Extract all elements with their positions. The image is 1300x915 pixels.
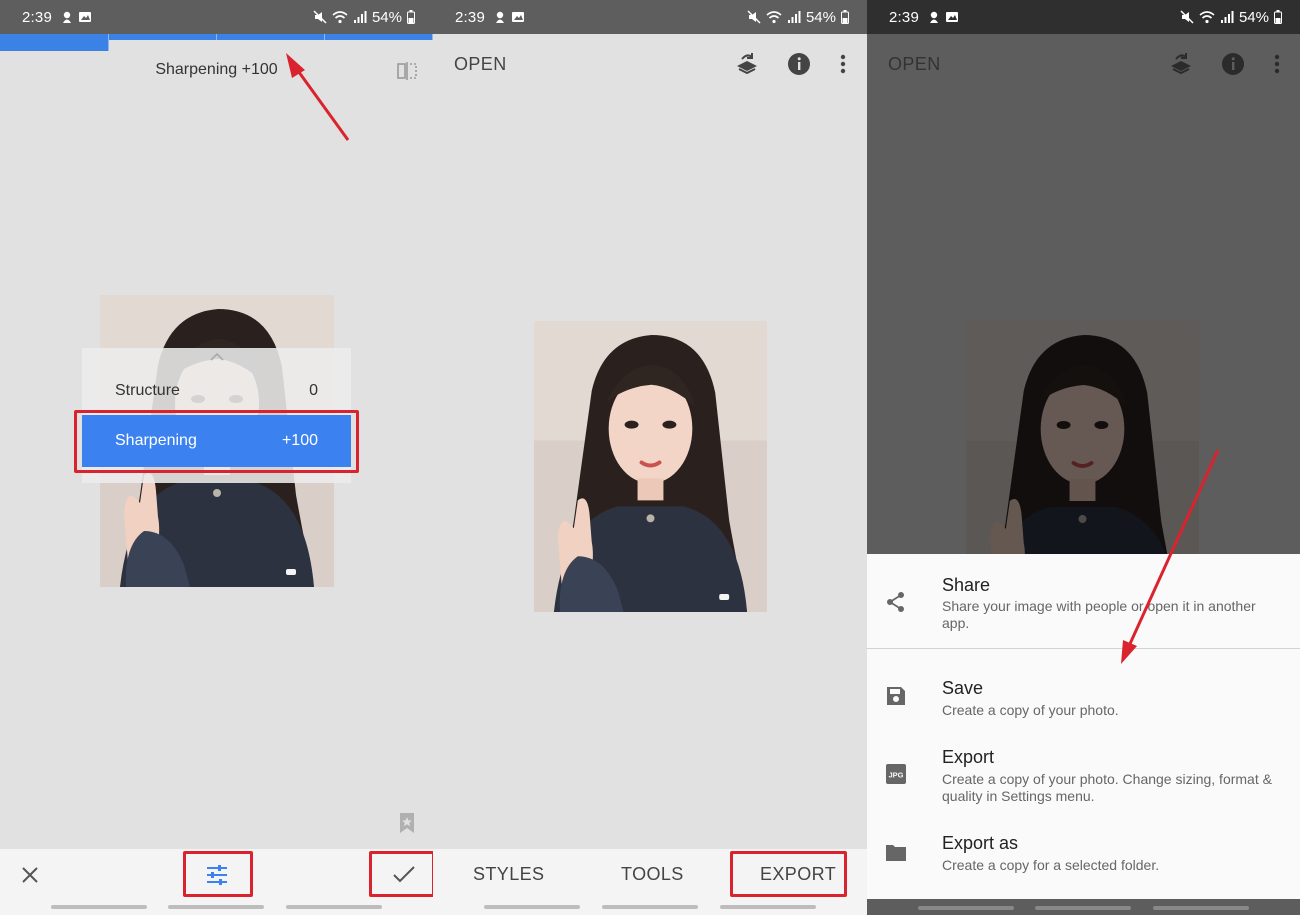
- notification-icon: [927, 10, 941, 24]
- adjust-sliders-icon[interactable]: [205, 863, 229, 887]
- share-icon: [885, 591, 907, 613]
- battery-icon: [841, 10, 849, 24]
- export-option-export-as[interactable]: Export as Create a copy for a selected f…: [867, 830, 1300, 890]
- menu-item-sharpening[interactable]: Sharpening +100: [82, 415, 351, 467]
- notification-icon: [493, 10, 507, 24]
- nav-handle: [433, 905, 867, 909]
- export-sheet: Share Share your image with people or op…: [867, 554, 1300, 899]
- adjustment-tab[interactable]: [109, 34, 217, 40]
- option-title: Save: [942, 678, 984, 698]
- open-button[interactable]: OPEN: [454, 54, 507, 75]
- signal-icon: [1220, 10, 1234, 24]
- tab-export[interactable]: EXPORT: [760, 864, 836, 885]
- wifi-icon: [1199, 10, 1215, 24]
- chevron-up-icon: [208, 350, 226, 364]
- editor-panel: 2:39 54% Sharpening +100 Structure 0 Sha…: [0, 0, 433, 915]
- nav-handle: [0, 905, 433, 909]
- jpg-file-icon: JPG: [885, 763, 907, 785]
- home-panel: 2:39 54% OPEN STYLES TOOLS EXPORT: [433, 0, 867, 915]
- divider: [867, 648, 1300, 649]
- battery-icon: [407, 10, 415, 24]
- adjustment-title: Sharpening +100: [155, 61, 278, 78]
- close-icon[interactable]: [20, 865, 40, 885]
- mute-icon: [1180, 10, 1194, 24]
- export-option-export[interactable]: JPG Export Create a copy of your photo. …: [867, 740, 1300, 810]
- nav-handle: [867, 906, 1300, 910]
- signal-icon: [353, 10, 367, 24]
- info-icon[interactable]: [787, 52, 811, 76]
- status-time: 2:39: [22, 8, 52, 26]
- layers-undo-icon[interactable]: [1169, 52, 1193, 76]
- status-bar: 2:39 54%: [433, 0, 867, 34]
- wifi-icon: [332, 10, 348, 24]
- status-time: 2:39: [455, 8, 485, 26]
- status-time: 2:39: [889, 8, 919, 26]
- nav-bar: [867, 899, 1300, 915]
- jpg-badge-text: JPG: [888, 771, 903, 780]
- info-icon[interactable]: [1221, 52, 1245, 76]
- menu-item-label: Sharpening: [115, 432, 197, 449]
- photo-preview: [534, 321, 767, 612]
- gallery-icon: [945, 10, 959, 24]
- signal-icon: [787, 10, 801, 24]
- more-vert-icon[interactable]: [1267, 52, 1287, 76]
- battery-text: 54%: [371, 8, 402, 26]
- adjustment-tab[interactable]: [217, 34, 325, 40]
- adjustment-tab[interactable]: [0, 34, 109, 51]
- save-icon: [885, 685, 907, 707]
- open-button[interactable]: OPEN: [888, 54, 941, 75]
- tab-tools[interactable]: TOOLS: [621, 864, 684, 885]
- option-title: Export as: [942, 833, 1019, 853]
- more-vert-icon[interactable]: [833, 52, 853, 76]
- option-title: Share: [942, 575, 991, 595]
- export-option-save[interactable]: Save Create a copy of your photo.: [867, 658, 1300, 724]
- battery-icon: [1274, 10, 1282, 24]
- export-panel: 2:39 54% OPEN Share Share your image wit…: [867, 0, 1300, 915]
- status-bar: 2:39 54%: [867, 0, 1300, 34]
- option-description: Share your image with people or open it …: [942, 598, 1256, 631]
- mute-icon: [747, 10, 761, 24]
- option-description: Create a copy of your photo.: [942, 702, 1119, 718]
- tab-styles[interactable]: STYLES: [473, 864, 544, 885]
- editor-bottom-bar: [0, 849, 433, 915]
- battery-text: 54%: [805, 8, 836, 26]
- menu-item-value: 0: [309, 382, 318, 399]
- battery-text: 54%: [1238, 8, 1269, 26]
- wifi-icon: [766, 10, 782, 24]
- option-description: Create a copy for a selected folder.: [942, 857, 1160, 873]
- gallery-icon: [78, 10, 92, 24]
- status-bar: 2:39 54%: [0, 0, 433, 34]
- photo-preview: [966, 321, 1199, 554]
- checkmark-icon[interactable]: [392, 864, 416, 884]
- menu-item-value: +100: [281, 432, 318, 449]
- option-description: Create a copy of your photo. Change sizi…: [942, 771, 1272, 804]
- adjustment-tab[interactable]: [325, 34, 433, 40]
- notification-icon: [60, 10, 74, 24]
- export-option-share[interactable]: Share Share your image with people or op…: [867, 554, 1300, 648]
- folder-icon: [885, 842, 907, 864]
- mute-icon: [313, 10, 327, 24]
- compare-icon[interactable]: [396, 60, 418, 82]
- adjustment-tab-bar: [0, 34, 433, 51]
- option-title: Export: [942, 747, 995, 767]
- adjustment-menu: Structure 0 Sharpening +100: [82, 348, 351, 483]
- bookmark-star-icon[interactable]: [398, 812, 416, 834]
- menu-item-structure[interactable]: Structure 0: [82, 366, 351, 416]
- layers-undo-icon[interactable]: [735, 52, 759, 76]
- menu-item-label: Structure: [115, 382, 180, 399]
- gallery-icon: [511, 10, 525, 24]
